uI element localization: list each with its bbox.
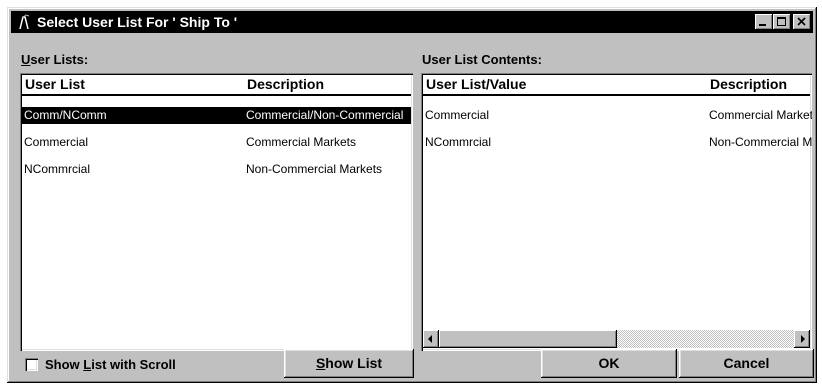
scroll-thumb[interactable] <box>439 330 617 348</box>
list-item[interactable]: NCommrcial Non-Commercial Markets <box>22 161 411 178</box>
list-item[interactable]: NCommrcial Non-Commercial Markets <box>423 134 812 151</box>
user-lists-header: User List Description <box>22 75 411 96</box>
arrow-left-icon <box>428 335 432 343</box>
list-item-description: Commercial Markets <box>709 108 812 122</box>
minimize-icon <box>759 24 766 26</box>
show-list-button[interactable]: Show List <box>284 349 414 378</box>
list-item-value: NCommrcial <box>425 135 491 149</box>
maximize-icon <box>777 17 786 26</box>
maximize-button[interactable] <box>773 14 791 30</box>
list-item-name: Commercial <box>24 135 89 149</box>
list-item-description: Non-Commercial Markets <box>246 162 383 176</box>
cancel-button[interactable]: Cancel <box>679 349 814 378</box>
dialog-window: Select User List For ' Ship To ' User Li… <box>7 7 817 383</box>
minimize-button[interactable] <box>755 14 773 30</box>
list-item-name: NCommrcial <box>24 162 90 176</box>
scroll-left-button[interactable] <box>423 330 439 348</box>
list-item-description: Non-Commercial Markets <box>709 135 812 149</box>
col-description[interactable]: Description <box>244 75 411 94</box>
list-item-value: Commercial <box>425 108 490 122</box>
user-list-contents-label: User List Contents: <box>422 52 542 67</box>
close-icon <box>797 17 806 26</box>
col-user-list[interactable]: User List <box>22 75 244 94</box>
close-button[interactable] <box>793 14 811 30</box>
list-item-name: Comm/NComm <box>24 108 107 122</box>
show-list-scroll-label[interactable]: Show List with Scroll <box>45 357 176 372</box>
scroll-track[interactable] <box>617 330 794 348</box>
col-user-list-value[interactable]: User List/Value <box>423 75 707 94</box>
arrow-right-icon <box>801 335 805 343</box>
window-title: Select User List For ' Ship To ' <box>37 14 238 30</box>
list-item-description: Commercial Markets <box>246 135 357 149</box>
scroll-right-button[interactable] <box>794 330 810 348</box>
list-item[interactable]: Commercial Commercial Markets <box>22 134 411 151</box>
app-icon <box>15 13 33 31</box>
list-item[interactable]: Commercial Commercial Markets <box>423 107 812 124</box>
list-item-description: Commercial/Non-Commercial <box>246 108 404 122</box>
user-lists-listbox[interactable]: User List Description Comm/NComm Commerc… <box>20 73 413 351</box>
title-bar[interactable]: Select User List For ' Ship To ' <box>11 11 813 33</box>
contents-header: User List/Value Description <box>423 75 810 96</box>
ok-button[interactable]: OK <box>541 349 677 378</box>
col-contents-description[interactable]: Description <box>707 75 810 94</box>
horizontal-scrollbar[interactable] <box>423 330 810 348</box>
user-list-contents-listbox[interactable]: User List/Value Description Commercial C… <box>421 73 812 351</box>
user-lists-label: User Lists: <box>21 52 89 67</box>
list-item[interactable]: Comm/NComm Commercial/Non-Commercial <box>22 107 411 124</box>
show-list-scroll-checkbox[interactable] <box>25 358 38 371</box>
